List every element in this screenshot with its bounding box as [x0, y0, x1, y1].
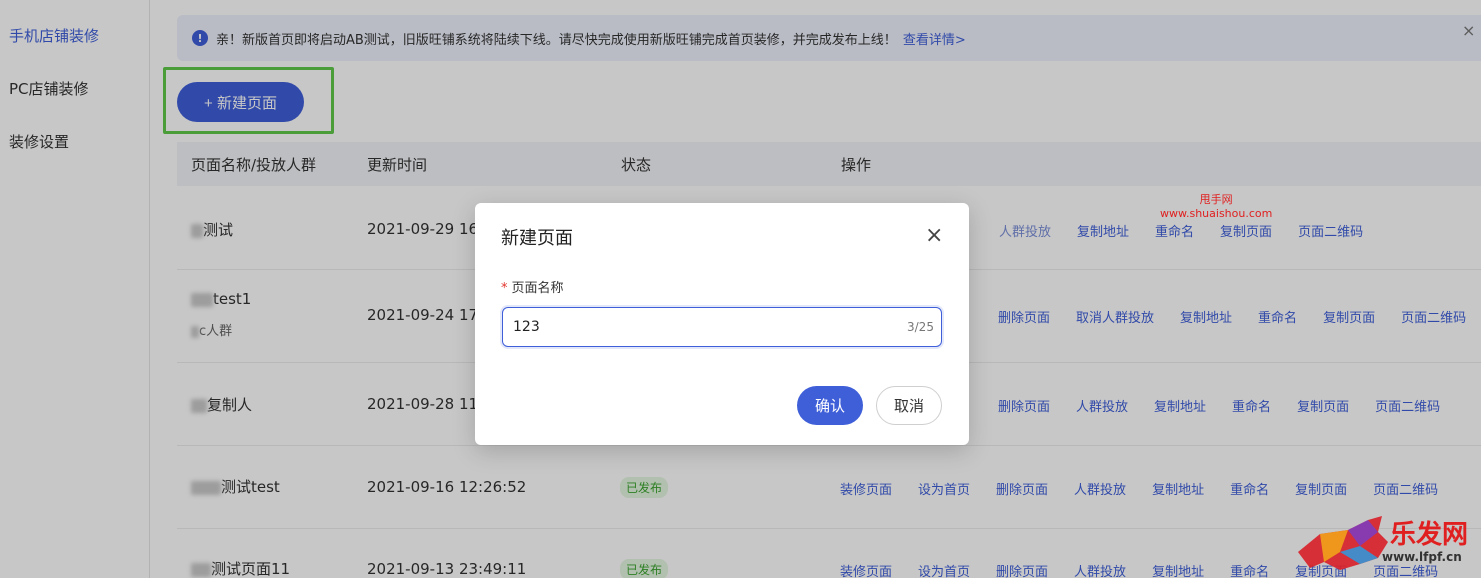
page-name-label: * 页面名称 [501, 281, 564, 296]
watermark-top: 甩手网 www.shuaishou.com [1160, 193, 1272, 221]
watermark-brand: 乐发网 [1390, 520, 1469, 550]
dialog-title: 新建页面 [501, 228, 573, 249]
close-icon[interactable]: × [925, 225, 943, 247]
required-mark: * [501, 281, 508, 296]
char-counter: 3/25 [907, 320, 934, 334]
watermark-site-url: www.shuaishou.com [1160, 207, 1273, 220]
cancel-button[interactable]: 取消 [876, 386, 942, 425]
watermark-url: www.lfpf.cn [1382, 550, 1462, 564]
watermark-site-name: 甩手网 [1199, 193, 1233, 206]
new-page-dialog: 新建页面 × *页面名称 3/25 确认 取消 [475, 203, 969, 445]
page-name-input[interactable] [502, 307, 942, 347]
confirm-button[interactable]: 确认 [797, 386, 863, 425]
